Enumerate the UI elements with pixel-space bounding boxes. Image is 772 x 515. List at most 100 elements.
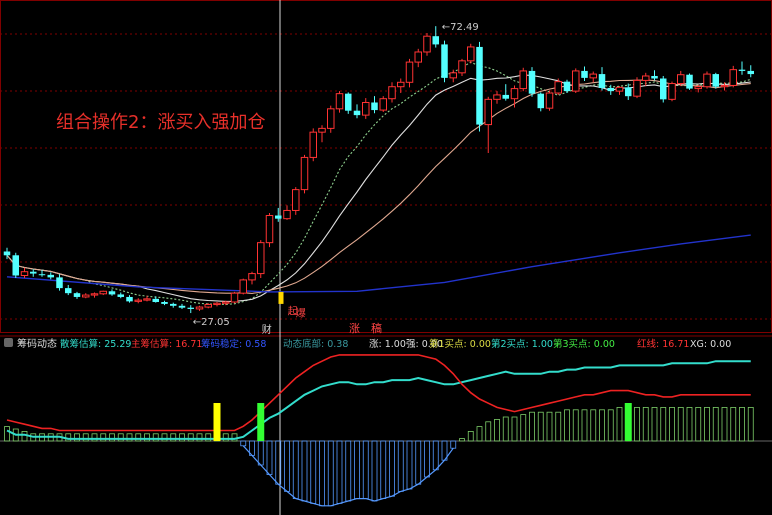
histogram-bar	[205, 433, 212, 442]
histogram-bar	[616, 406, 623, 442]
histogram-bar	[74, 433, 80, 442]
candle-body	[152, 298, 159, 303]
candle-body	[484, 98, 492, 126]
histogram-bar	[406, 440, 413, 490]
start-signal-mark	[278, 291, 284, 304]
candle-body	[633, 79, 641, 97]
indicator-label: 散筹估算: 25.29	[60, 338, 131, 350]
histogram-bar	[730, 406, 737, 442]
candle-body	[300, 156, 309, 191]
candle-body	[126, 296, 133, 302]
histogram-bar	[511, 416, 518, 442]
histogram-bar	[82, 433, 89, 442]
histogram-bar	[65, 433, 72, 442]
histogram-bar	[695, 406, 702, 442]
candle-body	[178, 305, 186, 308]
candle-body	[607, 87, 614, 92]
histogram-bar	[371, 440, 378, 502]
candle-body	[642, 75, 650, 81]
candle-body	[12, 255, 19, 276]
candle-body	[309, 131, 317, 158]
indicator-label: 红线: 16.71	[637, 338, 689, 350]
candle-body	[371, 102, 378, 111]
histogram-bar	[467, 430, 474, 442]
candle-body	[537, 93, 544, 109]
start-marker-bottom: 爆	[296, 308, 306, 320]
candle-body	[397, 81, 405, 88]
candle-body	[335, 93, 344, 110]
candle-body	[30, 271, 37, 274]
candle-body	[572, 70, 580, 92]
candle-body	[712, 74, 719, 87]
histogram-bar	[424, 440, 430, 478]
candle-body	[589, 73, 597, 79]
histogram-bar	[109, 433, 115, 442]
ma-dashed-line	[6, 61, 751, 305]
histogram-bar	[634, 406, 640, 442]
candle-body	[502, 94, 509, 99]
histogram-bar	[380, 440, 387, 499]
histogram-bar	[529, 411, 535, 442]
histogram-bar	[301, 440, 308, 502]
candle-body	[187, 307, 194, 309]
indicator-label: 筹码稳定: 0.58	[201, 338, 266, 350]
low-price-label: ←27.05	[193, 317, 230, 328]
candle-body	[668, 83, 676, 100]
indicator-label: 第1买点: 0.00	[429, 338, 491, 350]
histogram-bar	[642, 406, 649, 442]
histogram-bar	[555, 411, 562, 442]
candle-body	[143, 298, 151, 301]
candle-body	[90, 293, 99, 296]
histogram-bar	[660, 406, 667, 442]
candle-body	[493, 94, 501, 100]
histogram-bar	[581, 409, 588, 442]
candle-body	[222, 301, 230, 304]
indicator-name: 筹码动态	[17, 337, 57, 350]
candle-body	[458, 60, 466, 74]
histogram-bar	[117, 433, 124, 442]
candle-body	[204, 304, 212, 308]
candle-body	[554, 81, 562, 94]
histogram-bar	[196, 433, 203, 442]
histogram-bar	[389, 440, 395, 497]
candle-body	[379, 98, 387, 111]
candle-body	[65, 288, 72, 294]
candle-body	[73, 293, 81, 297]
candle-body	[686, 74, 693, 89]
candle-body	[660, 78, 667, 100]
candle-body	[432, 36, 439, 45]
histogram-bar	[476, 426, 483, 442]
histogram-bar	[459, 438, 465, 442]
histogram-bar	[354, 440, 360, 499]
histogram-bar	[686, 406, 693, 442]
indicator-menu-icon	[4, 338, 13, 347]
candle-body	[625, 87, 632, 97]
histogram-bar	[362, 440, 369, 499]
rise-marker: 涨	[349, 322, 360, 335]
low-marker: 财	[262, 323, 272, 336]
candle-body	[327, 108, 335, 129]
candle-body	[598, 74, 606, 88]
histogram-envelope	[242, 445, 454, 507]
annotation-text: 组合操作2：涨买入强加仓	[56, 112, 265, 133]
candle-body	[20, 271, 29, 276]
histogram-bar	[266, 440, 273, 475]
stock-chart: 组合操作2：涨买入强加仓←72.49←27.05起爆财涨稿筹码动态 散筹估算: 2…	[0, 0, 772, 515]
candle-body	[161, 302, 168, 304]
candle-body	[3, 251, 11, 256]
candle-body	[651, 75, 658, 79]
candle-body	[195, 306, 204, 310]
candle-body	[283, 209, 291, 220]
candle-body	[615, 86, 624, 92]
histogram-bar	[721, 406, 728, 442]
ma-short-line	[6, 74, 751, 302]
candle-body	[108, 291, 116, 295]
histogram-bar	[135, 433, 142, 442]
candle-body	[423, 35, 431, 53]
histogram-bar	[170, 433, 177, 442]
candle-body	[257, 242, 265, 275]
histogram-bar	[319, 440, 325, 507]
histogram-bar	[231, 433, 238, 442]
histogram-bar	[292, 440, 299, 499]
histogram-bar	[179, 433, 185, 442]
